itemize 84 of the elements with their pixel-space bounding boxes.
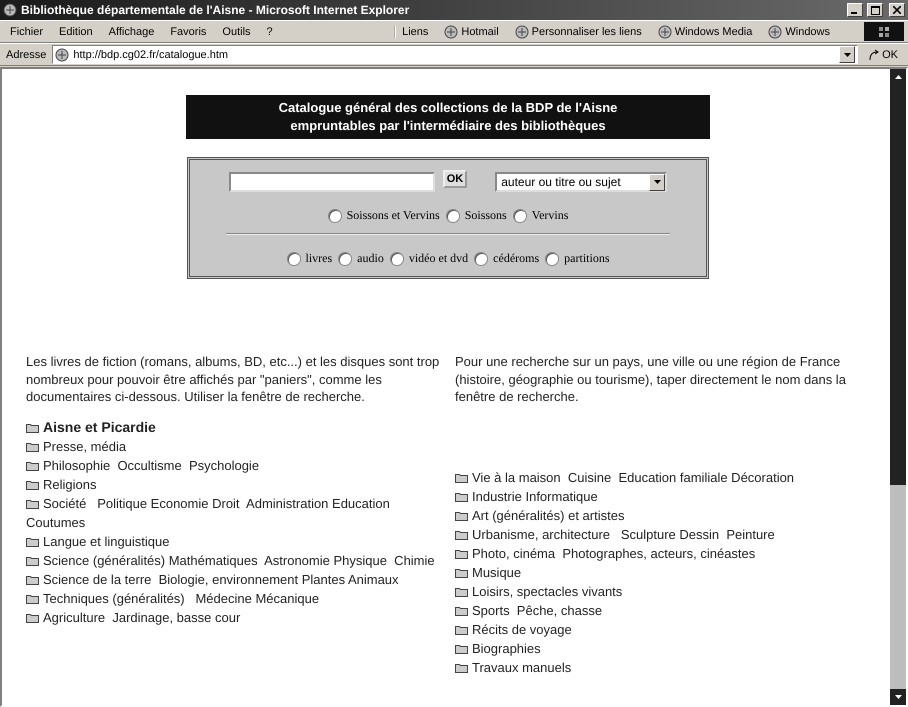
window-title: Bibliothèque départementale de l'Aisne - Microsoft Internet Explorer — [21, 3, 410, 17]
category-link[interactable]: Religions — [26, 474, 441, 494]
folder-icon — [455, 644, 468, 654]
folder-icon — [455, 624, 468, 634]
category-link[interactable]: Loisirs, spectacles vivants — [455, 582, 870, 600]
media-radio[interactable]: cédéroms — [474, 251, 540, 266]
category-link[interactable]: Art (généralités) et artistes — [455, 506, 870, 524]
search-type-select[interactable]: auteur ou titre ou sujet — [495, 172, 668, 192]
folder-icon — [455, 472, 468, 482]
category-link[interactable]: Industrie Informatique — [455, 486, 870, 506]
folder-icon — [26, 480, 39, 490]
menu-item[interactable]: Fichier — [4, 26, 50, 38]
location-radio[interactable]: Vervins — [512, 208, 568, 223]
category-link[interactable]: Aisne et Picardie — [26, 418, 441, 436]
media-radio[interactable]: audio — [338, 251, 384, 266]
catalogue-banner: Catalogue général des collections de la BDP de l'Aisne empruntables par l'intermédiaire des bibliothèques — [186, 95, 710, 139]
address-field[interactable]: http://bdp.cg02.fr/catalogue.htm — [52, 45, 858, 64]
category-link[interactable]: Société Politique Economie Droit Administration Education Coutumes — [26, 494, 441, 532]
toolbar-link[interactable]: Personnaliser les liens — [508, 24, 648, 38]
folder-icon — [455, 568, 468, 578]
region-note: Pour une recherche sur un pays, une ville ou une région de France (histoire, géographie ou tourisme), taper directement le nom dans la fenêtre de recherche. — [455, 353, 847, 406]
folder-icon — [455, 548, 468, 558]
ok-button[interactable]: OK — [442, 170, 468, 188]
maximize-button[interactable] — [867, 3, 883, 17]
folder-icon — [455, 586, 468, 596]
close-icon — [893, 6, 901, 14]
category-link[interactable]: Science (généralités) Mathématiques Astronomie Physique Chimie — [26, 550, 441, 570]
media-radio[interactable]: livres — [286, 251, 332, 266]
folder-icon — [455, 662, 468, 672]
category-link[interactable]: Science de la terre Biologie, environnement Plantes Animaux — [26, 570, 441, 588]
category-link[interactable]: Récits de voyage — [455, 620, 870, 638]
scroll-up-icon[interactable] — [894, 75, 902, 79]
category-link[interactable]: Photo, cinéma Photographes, acteurs, cinéastes — [455, 544, 870, 562]
folder-icon — [455, 492, 468, 502]
links-label: Liens — [394, 26, 434, 38]
minimize-button[interactable] — [847, 3, 863, 17]
maximize-icon — [870, 6, 880, 14]
scroll-down-icon[interactable] — [894, 695, 902, 699]
category-link[interactable]: Agriculture Jardinage, basse cour — [26, 608, 441, 626]
folder-icon — [26, 460, 39, 470]
toolbar-link[interactable]: Hotmail — [438, 24, 505, 38]
menu-item[interactable]: Affichage — [102, 26, 160, 38]
folder-icon — [26, 612, 39, 622]
category-link[interactable]: Langue et linguistique — [26, 532, 441, 550]
category-link[interactable]: Presse, média — [26, 436, 441, 456]
media-radio[interactable]: partitions — [545, 251, 610, 266]
menu-item[interactable]: Favoris — [164, 26, 212, 38]
category-link[interactable]: Sports Pêche, chasse — [455, 600, 870, 620]
category-link[interactable]: Musique — [455, 562, 870, 582]
location-radio[interactable]: Soissons — [446, 208, 507, 223]
folder-icon — [26, 536, 39, 546]
fiction-note: Les livres de fiction (romans, albums, BD, etc...) et les disques sont trop nombreux pour pouvoir être affichés par "paniers", comme les documentaires ci-dessous. Utiliser la fenêtre de recherche. — [26, 353, 440, 406]
category-link[interactable]: Travaux manuels — [455, 658, 870, 676]
folder-icon — [455, 510, 468, 520]
location-radio[interactable]: Soissons et Vervins — [328, 208, 440, 223]
close-button[interactable] — [889, 3, 905, 17]
folder-icon — [455, 530, 468, 540]
folder-icon — [26, 442, 39, 452]
folder-icon — [26, 594, 39, 604]
category-link[interactable]: Techniques (généralités) Médecine Mécanique — [26, 588, 441, 608]
toolbar-link[interactable]: Windows — [762, 24, 836, 38]
category-link[interactable]: Biographies — [455, 638, 870, 658]
category-link[interactable]: Vie à la maison Cuisine Education familiale Décoration — [455, 468, 870, 486]
caret-icon — [844, 52, 851, 56]
menu-item[interactable]: ? — [260, 26, 279, 38]
menu-item[interactable]: Edition — [53, 26, 99, 38]
folder-icon — [26, 556, 39, 566]
scrollbar[interactable] — [890, 69, 906, 705]
search-field[interactable] — [228, 172, 435, 192]
go-button[interactable]: OK — [862, 48, 904, 60]
category-link[interactable]: Philosophie Occultisme Psychologie — [26, 456, 441, 474]
caret-icon — [654, 180, 661, 184]
dropdown-button[interactable] — [839, 46, 856, 63]
menu-item[interactable]: Outils — [216, 26, 257, 38]
folder-icon — [26, 574, 39, 584]
media-radio[interactable]: vidéo et dvd — [390, 251, 468, 266]
category-link[interactable]: Urbanisme, architecture Sculpture Dessin Peinture — [455, 524, 870, 544]
address-label: Adresse — [5, 48, 48, 60]
folder-icon — [455, 606, 468, 616]
arrow-icon — [868, 48, 880, 60]
folder-icon — [26, 498, 39, 508]
logo-icon — [864, 22, 904, 41]
toolbar-link[interactable]: Windows Media — [652, 24, 758, 38]
folder-icon — [26, 422, 39, 432]
